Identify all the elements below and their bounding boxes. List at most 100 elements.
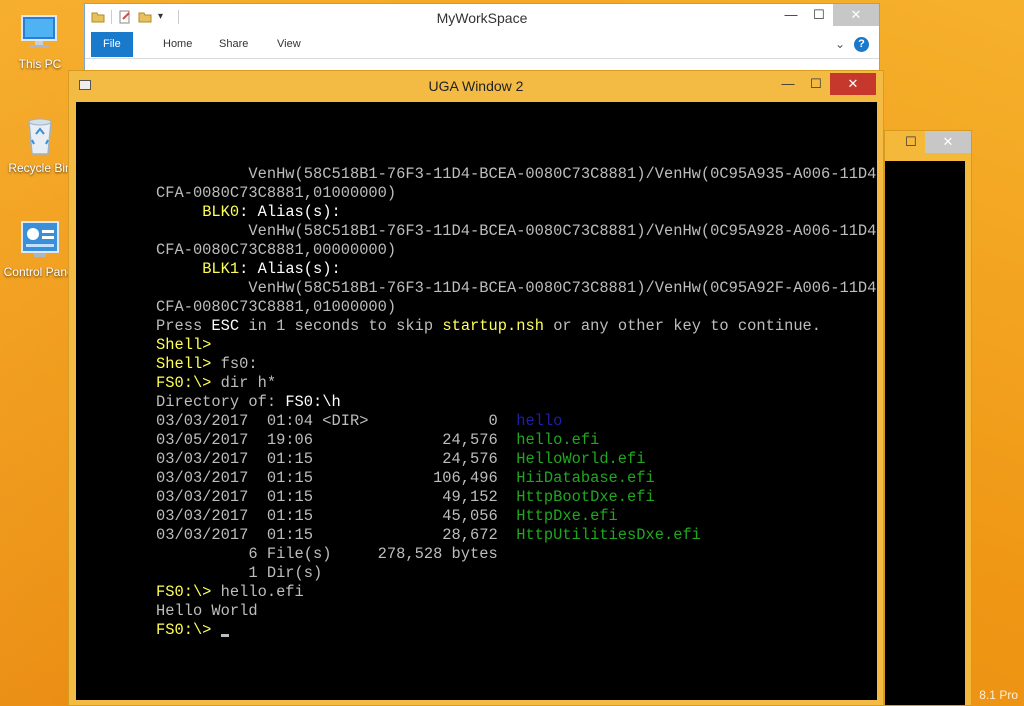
console-text: Press bbox=[156, 317, 212, 335]
console-text: BLK0 bbox=[202, 203, 240, 221]
console-line: 03/03/2017 01:15 49,152 HttpBootDxe.efi bbox=[156, 488, 877, 507]
recycle-bin-icon bbox=[18, 114, 62, 158]
console-line: 03/05/2017 19:06 24,576 hello.efi bbox=[156, 431, 877, 450]
console-line: Press ESC in 1 seconds to skip startup.n… bbox=[156, 317, 877, 336]
uga-window[interactable]: UGA Window 2 — ☐ ✕ VenHw(58C518B1-76F3-1… bbox=[68, 70, 884, 706]
console-text: Directory of: bbox=[156, 393, 286, 411]
console-line: BLK0: Alias(s): bbox=[156, 203, 877, 222]
ribbon-expand-chevron-icon[interactable]: ⌄ bbox=[835, 37, 845, 51]
console-line: FS0:\> bbox=[156, 621, 877, 640]
text-cursor bbox=[220, 634, 229, 637]
help-icon[interactable]: ? bbox=[854, 37, 869, 52]
console-line: 03/03/2017 01:15 24,576 HelloWorld.efi bbox=[156, 450, 877, 469]
console-line: 1 Dir(s) bbox=[156, 564, 877, 583]
console-text: hello.efi bbox=[211, 583, 304, 601]
tab-share[interactable]: Share bbox=[207, 32, 260, 57]
console-text: FS0:\h bbox=[285, 393, 341, 411]
console-text: BLK1 bbox=[202, 260, 240, 278]
uga-window-title: UGA Window 2 bbox=[428, 78, 524, 94]
uga-window-controls: — ☐ ✕ bbox=[774, 73, 876, 95]
desktop-icon-label: This PC bbox=[18, 57, 62, 71]
console-text: dir h* bbox=[211, 374, 277, 392]
maximize-button[interactable]: ☐ bbox=[805, 4, 833, 26]
maximize-button[interactable]: ☐ bbox=[897, 131, 925, 153]
console-line: VenHw(58C518B1-76F3-11D4-BCEA-0080C73C88… bbox=[156, 279, 877, 298]
console-text: 1 Dir(s) bbox=[156, 564, 323, 582]
console-text: 03/03/2017 01:15 49,152 bbox=[156, 488, 517, 506]
console-text: in 1 seconds to skip bbox=[239, 317, 443, 335]
console-line: 03/03/2017 01:15 45,056 HttpDxe.efi bbox=[156, 507, 877, 526]
tab-file[interactable]: File bbox=[91, 32, 133, 57]
console-text: startup.nsh bbox=[442, 317, 544, 335]
console-text: hello bbox=[516, 412, 563, 430]
console-text: VenHw(58C518B1-76F3-11D4-BCEA-0080C73C88… bbox=[156, 279, 877, 297]
console-line: Directory of: FS0:\h bbox=[156, 393, 877, 412]
console-line: CFA-0080C73C8881,00000000) bbox=[156, 241, 877, 260]
console-line: FS0:\> hello.efi bbox=[156, 583, 877, 602]
console-line: 03/03/2017 01:15 106,496 HiiDatabase.efi bbox=[156, 469, 877, 488]
desktop-icon-label: Recycle Bin bbox=[8, 161, 72, 175]
console-text: Shell> bbox=[156, 336, 212, 354]
explorer-title: MyWorkSpace bbox=[436, 10, 528, 26]
console-text: 03/03/2017 01:15 28,672 bbox=[156, 526, 517, 544]
uefi-shell-console[interactable]: VenHw(58C518B1-76F3-11D4-BCEA-0080C73C88… bbox=[76, 102, 877, 700]
console-text: FS0:\> bbox=[156, 583, 212, 601]
close-button[interactable]: ✕ bbox=[833, 4, 879, 26]
console-text: HttpBootDxe.efi bbox=[516, 488, 655, 506]
close-button[interactable]: ✕ bbox=[925, 131, 971, 153]
uga-titlebar[interactable]: UGA Window 2 — ☐ ✕ bbox=[69, 71, 883, 101]
console-line: CFA-0080C73C8881,01000000) bbox=[156, 184, 877, 203]
explorer-titlebar[interactable]: ▾ MyWorkSpace — ☐ ✕ bbox=[85, 4, 879, 32]
maximize-button[interactable]: ☐ bbox=[802, 73, 830, 95]
minimize-button[interactable]: — bbox=[774, 73, 802, 95]
background-window-content bbox=[885, 161, 965, 705]
console-text: HttpUtilitiesDxe.efi bbox=[516, 526, 701, 544]
console-text: VenHw(58C518B1-76F3-11D4-BCEA-0080C73C88… bbox=[156, 165, 877, 183]
console-text: 03/05/2017 19:06 24,576 bbox=[156, 431, 517, 449]
background-window[interactable]: ☐ ✕ bbox=[884, 130, 972, 706]
tab-home[interactable]: Home bbox=[151, 32, 204, 57]
console-text: 03/03/2017 01:15 45,056 bbox=[156, 507, 517, 525]
console-text: CFA-0080C73C8881,01000000) bbox=[156, 298, 397, 316]
console-text: VenHw(58C518B1-76F3-11D4-BCEA-0080C73C88… bbox=[156, 222, 877, 240]
console-line: VenHw(58C518B1-76F3-11D4-BCEA-0080C73C88… bbox=[156, 165, 877, 184]
console-text: 03/03/2017 01:15 24,576 bbox=[156, 450, 517, 468]
console-text: HiiDatabase.efi bbox=[516, 469, 655, 487]
console-text: hello.efi bbox=[516, 431, 600, 449]
desktop-icon-label: Control Panel bbox=[3, 265, 77, 279]
console-text: 03/03/2017 01:04 <DIR> 0 bbox=[156, 412, 517, 430]
console-line: BLK1: Alias(s): bbox=[156, 260, 877, 279]
console-line: 03/03/2017 01:04 <DIR> 0 hello bbox=[156, 412, 877, 431]
console-line: FS0:\> dir h* bbox=[156, 374, 877, 393]
computer-icon bbox=[18, 10, 62, 54]
console-line: CFA-0080C73C8881,01000000) bbox=[156, 298, 877, 317]
ribbon-tabs: File Home Share View ⌄ ? bbox=[85, 32, 879, 59]
control-panel-icon bbox=[18, 218, 62, 262]
minimize-button[interactable]: — bbox=[777, 4, 805, 26]
background-window-controls: ☐ ✕ bbox=[897, 131, 971, 153]
console-text: Hello World bbox=[156, 602, 258, 620]
explorer-window-controls: — ☐ ✕ bbox=[777, 4, 879, 26]
console-text: : Alias(s): bbox=[239, 203, 341, 221]
console-text: CFA-0080C73C8881,00000000) bbox=[156, 241, 397, 259]
console-line: 03/03/2017 01:15 28,672 HttpUtilitiesDxe… bbox=[156, 526, 877, 545]
console-text: Shell> bbox=[156, 355, 212, 373]
console-line: Shell> fs0: bbox=[156, 355, 877, 374]
console-line: 6 File(s) 278,528 bytes bbox=[156, 545, 877, 564]
console-text: FS0:\> bbox=[156, 374, 212, 392]
console-text: : Alias(s): bbox=[239, 260, 341, 278]
console-text: 6 File(s) 278,528 bytes bbox=[156, 545, 498, 563]
tab-view[interactable]: View bbox=[265, 32, 313, 57]
close-button[interactable]: ✕ bbox=[830, 73, 876, 95]
background-window-titlebar[interactable]: ☐ ✕ bbox=[885, 131, 971, 159]
console-line: Hello World bbox=[156, 602, 877, 621]
console-text: fs0: bbox=[211, 355, 258, 373]
desktop-icon-this-pc[interactable]: This PC bbox=[0, 10, 80, 71]
console-text: HttpDxe.efi bbox=[516, 507, 618, 525]
console-output: VenHw(58C518B1-76F3-11D4-BCEA-0080C73C88… bbox=[156, 165, 877, 640]
os-watermark: 8.1 Pro bbox=[979, 688, 1018, 702]
console-text: ESC bbox=[211, 317, 240, 335]
